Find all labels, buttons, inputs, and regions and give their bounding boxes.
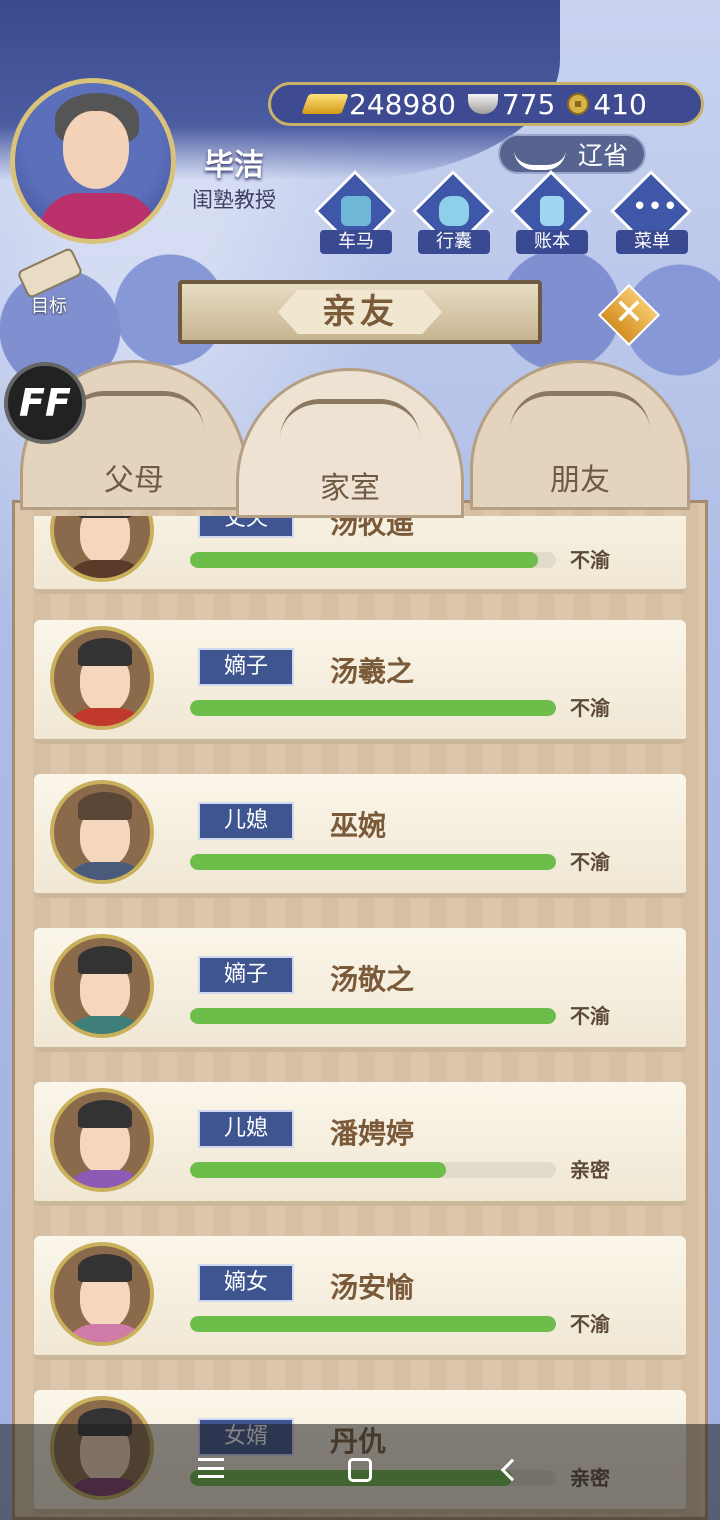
affinity-fill [190,1008,556,1024]
affinity-status: 不渝 [570,696,610,720]
relation-badge: 嫡子 [198,648,294,686]
ledger-icon [540,196,564,226]
bag-icon [439,196,469,226]
location-icon [514,140,566,170]
main-menu-label: 菜单 [616,230,688,254]
member-name: 汤敬之 [330,963,415,996]
coin-amount: 410 [593,87,647,121]
relation-badge: 嫡女 [198,1264,294,1302]
member-name: 汤安愉 [330,1271,415,1304]
affinity-status: 不渝 [570,1004,610,1028]
main-menu-button[interactable]: ••• 菜单 [609,169,693,258]
member-name: 汤羲之 [330,655,415,688]
affinity-bar [190,1316,556,1332]
currency-bar: 248980 775 410 [268,82,704,126]
close-icon: ✕ [613,292,645,333]
relation-badge: 儿媳 [198,802,294,840]
affinity-fill [190,1316,556,1332]
ledger-button[interactable]: 账本 [509,169,593,258]
member-name: 潘娉婷 [330,1117,415,1150]
avatar-body [39,193,157,239]
portrait-avatar [50,934,154,1038]
relation-badge: 儿媳 [198,1110,294,1148]
player-name: 毕洁 [204,148,264,183]
portrait-avatar [50,1088,154,1192]
back-icon[interactable] [500,1458,524,1482]
list-item[interactable]: 嫡子 汤敬之 不渝 [34,928,686,1052]
menu-dots-icon: ••• [632,192,679,222]
list-item[interactable]: 嫡子 汤羲之 不渝 [34,620,686,744]
tab-friends-label: 朋友 [550,463,610,498]
affinity-status: 不渝 [570,1312,610,1336]
system-nav-bar [0,1424,720,1520]
carriage-icon [341,196,371,226]
member-name: 巫婉 [330,809,387,842]
bag-button[interactable]: 行囊 [411,169,495,258]
location-button[interactable]: 辽省 [498,134,646,174]
affinity-bar [190,1162,556,1178]
avatar-face [63,111,129,189]
silver-amount: 775 [501,87,556,121]
player-avatar[interactable] [10,78,176,244]
affinity-bar [190,700,556,716]
gold-amount: 248980 [349,87,456,121]
page-title: 亲友 [322,292,398,332]
ledger-label: 账本 [516,230,588,254]
tab-parents-label: 父母 [104,463,164,498]
location-label: 辽省 [577,141,628,170]
carriage-button[interactable]: 车马 [313,169,397,258]
list-item[interactable]: 儿媳 巫婉 不渝 [34,774,686,898]
player-title: 闺塾教授 [192,188,276,212]
affinity-bar [190,1008,556,1024]
portrait-avatar [50,780,154,884]
tab-household-label: 家室 [320,471,380,506]
affinity-fill [190,700,556,716]
affinity-bar [190,854,556,870]
affinity-fill [190,1162,447,1178]
page-title-banner: 亲友 [178,280,542,344]
target-label: 目标 [31,296,67,317]
portrait-avatar [50,1242,154,1346]
list-item[interactable]: 儿媳 潘娉婷 亲密 [34,1082,686,1206]
affinity-status: 不渝 [570,548,610,572]
cloud-ornament-icon [280,399,420,439]
affinity-fill [190,854,556,870]
affinity-bar [190,552,556,568]
affinity-fill [190,552,538,568]
target-button[interactable]: 目标 [12,246,86,317]
copper-coin-icon [567,93,590,115]
portrait-avatar [50,626,154,730]
silver-ingot-icon [467,94,498,114]
gold-ingot-icon [301,94,349,114]
carriage-label: 车马 [320,230,392,254]
affinity-status: 亲密 [570,1158,610,1182]
bag-label: 行囊 [418,230,490,254]
cloud-ornament-icon [510,391,650,431]
relation-badge: 嫡子 [198,956,294,994]
recent-apps-icon[interactable] [198,1458,224,1478]
home-icon[interactable] [348,1458,372,1482]
close-button[interactable]: ✕ [597,283,661,347]
affinity-status: 不渝 [570,850,610,874]
list-item[interactable]: 嫡女 汤安愉 不渝 [34,1236,686,1360]
ff-floating-button[interactable]: FF [4,362,86,444]
